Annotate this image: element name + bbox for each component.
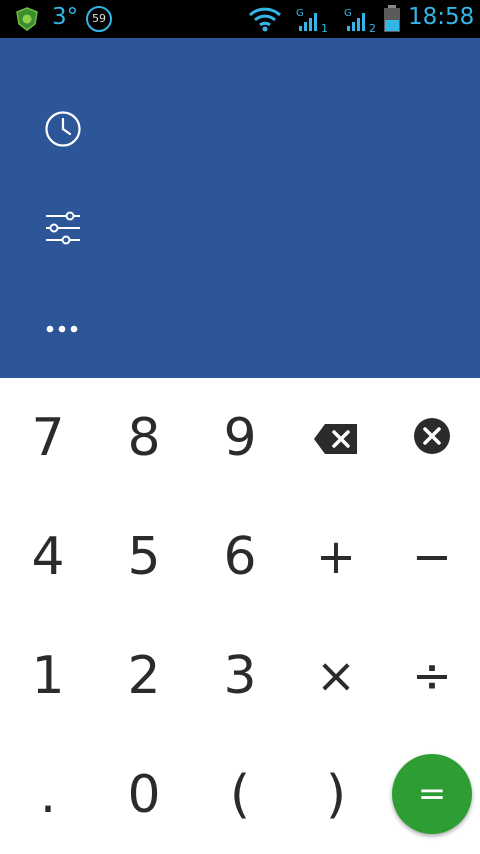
key-2[interactable]: 2 xyxy=(96,616,192,735)
key-0[interactable]: 0 xyxy=(96,735,192,854)
calculator-display xyxy=(0,38,480,378)
signal-sim1-icon: G 1 xyxy=(296,6,332,38)
status-bar: 3° 59 G 1 G 2 18:58 xyxy=(0,0,480,38)
key-plus[interactable]: + xyxy=(288,497,384,616)
key-divide[interactable]: ÷ xyxy=(384,616,480,735)
notification-count-badge: 59 xyxy=(86,6,112,32)
equals-button[interactable]: = xyxy=(392,754,472,834)
clock-icon xyxy=(44,110,82,152)
status-clock: 18:58 xyxy=(408,4,475,30)
sim1-label: 1 xyxy=(321,22,328,34)
key-5[interactable]: 5 xyxy=(96,497,192,616)
temperature-text: 3° xyxy=(52,4,79,30)
clear-button[interactable] xyxy=(384,378,480,497)
key-3[interactable]: 3 xyxy=(192,616,288,735)
history-button[interactable] xyxy=(40,108,86,154)
key-close-paren[interactable]: ) xyxy=(288,735,384,854)
wifi-icon xyxy=(248,6,282,36)
keypad: 7 8 9 4 5 6 + − 1 2 3 × ÷ . 0 ( ) = xyxy=(0,378,480,854)
key-1[interactable]: 1 xyxy=(0,616,96,735)
more-button[interactable] xyxy=(40,305,86,351)
battery-icon xyxy=(383,5,401,37)
signal-sim2-icon: G 2 xyxy=(344,6,380,38)
sim2-label: 2 xyxy=(369,22,376,34)
key-open-paren[interactable]: ( xyxy=(192,735,288,854)
key-9[interactable]: 9 xyxy=(192,378,288,497)
key-6[interactable]: 6 xyxy=(192,497,288,616)
backspace-icon xyxy=(313,408,359,468)
key-8[interactable]: 8 xyxy=(96,378,192,497)
key-4[interactable]: 4 xyxy=(0,497,96,616)
svg-text:G: G xyxy=(344,8,352,19)
key-multiply[interactable]: × xyxy=(288,616,384,735)
settings-button[interactable] xyxy=(40,207,86,253)
key-decimal-point[interactable]: . xyxy=(0,735,96,854)
svg-text:G: G xyxy=(296,8,304,19)
clear-circle-icon xyxy=(413,408,451,468)
backspace-button[interactable] xyxy=(288,378,384,497)
key-7[interactable]: 7 xyxy=(0,378,96,497)
more-dots-icon xyxy=(45,319,81,338)
key-minus[interactable]: − xyxy=(384,497,480,616)
security-shield-icon xyxy=(16,7,38,35)
sliders-icon xyxy=(44,211,82,249)
